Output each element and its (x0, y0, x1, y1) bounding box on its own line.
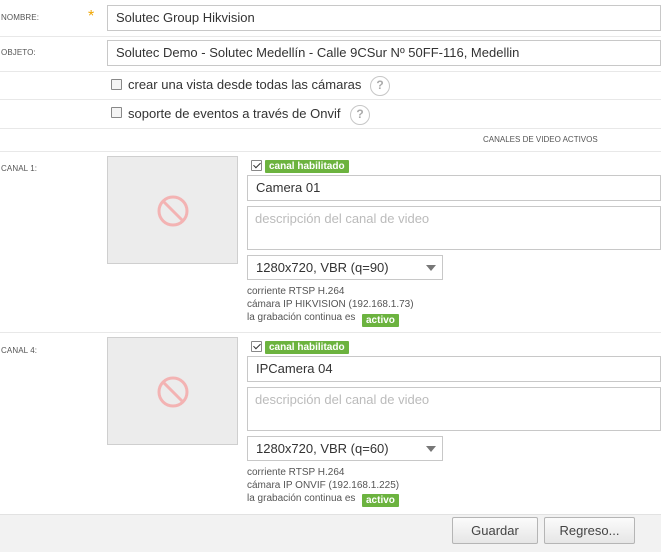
channel-enabled-checkbox[interactable] (251, 160, 262, 171)
help-icon[interactable]: ? (350, 105, 370, 125)
onvif-events-checkbox[interactable] (111, 107, 122, 118)
stream-quality-value: 1280x720, VBR (q=90) (256, 260, 389, 275)
stream-info: corriente RTSP H.264 (247, 286, 345, 297)
camera-info: cámara IP HIKVISION (192.168.1.73) (247, 299, 414, 310)
channel-enabled-badge: canal habilitado (265, 341, 349, 354)
channel-name-input[interactable]: Camera 01 (247, 175, 661, 201)
help-icon[interactable]: ? (370, 76, 390, 96)
stream-info: corriente RTSP H.264 (247, 467, 345, 478)
row-divider (0, 128, 661, 129)
channel-label: CANAL 4: (1, 346, 38, 355)
camera-info: cámara IP ONVIF (192.168.1.225) (247, 480, 400, 491)
row-divider (0, 332, 661, 333)
back-button[interactable]: Regreso... (544, 517, 635, 544)
chevron-down-icon (426, 265, 436, 271)
required-mark: * (88, 8, 95, 25)
object-select[interactable]: Solutec Demo - Solutec Medellín - Calle … (107, 40, 661, 66)
row-divider (0, 99, 661, 100)
channel-enabled-badge: canal habilitado (265, 160, 349, 173)
chevron-down-icon (426, 446, 436, 452)
create-view-checkbox[interactable] (111, 79, 122, 90)
stream-quality-value: 1280x720, VBR (q=60) (256, 441, 389, 456)
stream-quality-select[interactable]: 1280x720, VBR (q=60) (247, 436, 443, 461)
name-label: NOMBRE: (1, 13, 40, 22)
channel-enabled-checkbox[interactable] (251, 341, 262, 352)
no-image-icon (157, 376, 189, 408)
row-divider (0, 151, 661, 152)
row-divider (0, 71, 661, 72)
recording-status-badge: activo (362, 494, 399, 507)
channel-preview (107, 337, 238, 445)
create-view-label: crear una vista desde todas las cámaras (128, 77, 362, 92)
channel-description-input[interactable]: descripción del canal de video (247, 206, 661, 250)
row-divider (0, 36, 661, 37)
stream-quality-select[interactable]: 1280x720, VBR (q=90) (247, 255, 443, 280)
channel-label: CANAL 1: (1, 164, 38, 173)
channel-description-input[interactable]: descripción del canal de video (247, 387, 661, 431)
recording-status-badge: activo (362, 314, 399, 327)
name-input[interactable]: Solutec Group Hikvision (107, 5, 661, 31)
channel-preview (107, 156, 238, 264)
object-label: OBJETO: (1, 48, 36, 57)
channels-section-title: CANALES DE VIDEO ACTIVOS (483, 135, 598, 144)
save-button[interactable]: Guardar (452, 517, 538, 544)
channel-name-input[interactable]: IPCamera 04 (247, 356, 661, 382)
no-image-icon (157, 195, 189, 227)
onvif-events-label: soporte de eventos a través de Onvif (128, 106, 341, 121)
